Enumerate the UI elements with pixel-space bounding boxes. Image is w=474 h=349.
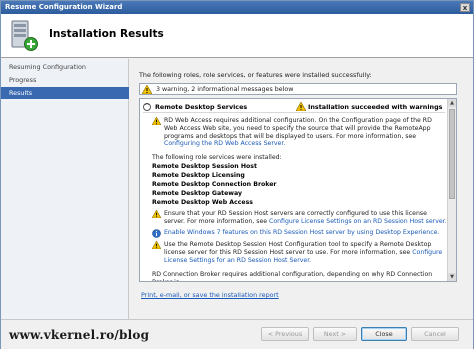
warning-icon [152, 117, 161, 125]
print-report-link[interactable]: Print, e-mail, or save the installation … [141, 291, 279, 299]
config-tool-text: Use the Remote Desktop Session Host Conf… [164, 241, 432, 256]
desktop-experience-link[interactable]: Enable Windows 7 features on this RD Ses… [164, 229, 439, 236]
wizard-window: Resume Configuration Wizard x Installati… [0, 0, 474, 349]
scroll-down-icon[interactable]: ▼ [448, 273, 456, 281]
rdwa-message-text: RD Web Access requires additional config… [164, 117, 432, 140]
server-wizard-icon [11, 20, 38, 51]
installed-intro: The following role services were install… [152, 154, 282, 161]
role-row: ^ Remote Desktop Services Installation s… [143, 101, 445, 113]
results-scrollbar[interactable]: ▲ ▼ [447, 99, 456, 281]
info-icon [152, 229, 161, 238]
installed-service-item: Remote Desktop Web Access [152, 199, 253, 206]
collapse-icon[interactable]: ^ [143, 103, 151, 111]
license-message: Ensure that your RD Session Host servers… [152, 210, 447, 226]
window-close-button[interactable]: x [460, 3, 470, 12]
installed-service-item: Remote Desktop Connection Broker [152, 181, 277, 188]
next-button[interactable]: Next > [313, 327, 357, 341]
results-panel[interactable]: ^ Remote Desktop Services Installation s… [139, 98, 457, 282]
config-tool-message: Use the Remote Desktop Session Host Conf… [152, 241, 447, 264]
warning-icon [296, 102, 306, 111]
previous-button[interactable]: < Previous [261, 327, 309, 341]
cancel-button[interactable]: Cancel [411, 327, 459, 341]
intro-text: The following roles, role services, or f… [139, 71, 372, 79]
warning-icon [152, 210, 161, 218]
summary-text: 3 warning, 2 informational messages belo… [156, 86, 294, 93]
installed-service-item: Remote Desktop Licensing [152, 172, 245, 179]
blog-watermark: www.vkernel.ro/blog [9, 328, 150, 342]
license-settings-link[interactable]: Configure License Settings on an RD Sess… [269, 218, 447, 225]
close-button[interactable]: Close [361, 327, 407, 341]
win7-message: Enable Windows 7 features on this RD Ses… [152, 229, 447, 238]
role-status: Installation succeeded with warnings [308, 103, 443, 111]
installed-service-item: Remote Desktop Gateway [152, 190, 243, 197]
summary-bar: 3 warning, 2 informational messages belo… [139, 83, 457, 95]
wizard-header: Installation Results [1, 14, 473, 58]
sidebar-item-results[interactable]: Results [1, 87, 129, 99]
sidebar-item-resuming-configuration[interactable]: Resuming Configuration [1, 61, 129, 73]
scroll-up-icon[interactable]: ▲ [448, 99, 456, 107]
scroll-thumb[interactable] [449, 109, 455, 199]
page-title: Installation Results [49, 28, 164, 40]
wizard-sidebar: Resuming Configuration Progress Results [1, 59, 129, 329]
sidebar-item-progress[interactable]: Progress [1, 74, 129, 86]
results-content: The following roles, role services, or f… [129, 59, 473, 329]
window-title: Resume Configuration Wizard [5, 3, 123, 11]
warning-icon [152, 241, 161, 249]
warning-icon [142, 85, 152, 94]
title-bar: Resume Configuration Wizard x [1, 1, 473, 14]
installed-service-item: Remote Desktop Session Host [152, 163, 257, 170]
rdwa-message: RD Web Access requires additional config… [152, 117, 447, 148]
role-name: Remote Desktop Services [155, 103, 248, 111]
broker-message: RD Connection Broker requires additional… [152, 271, 433, 281]
rdwa-config-link[interactable]: Configuring the RD Web Access Server. [164, 140, 285, 147]
